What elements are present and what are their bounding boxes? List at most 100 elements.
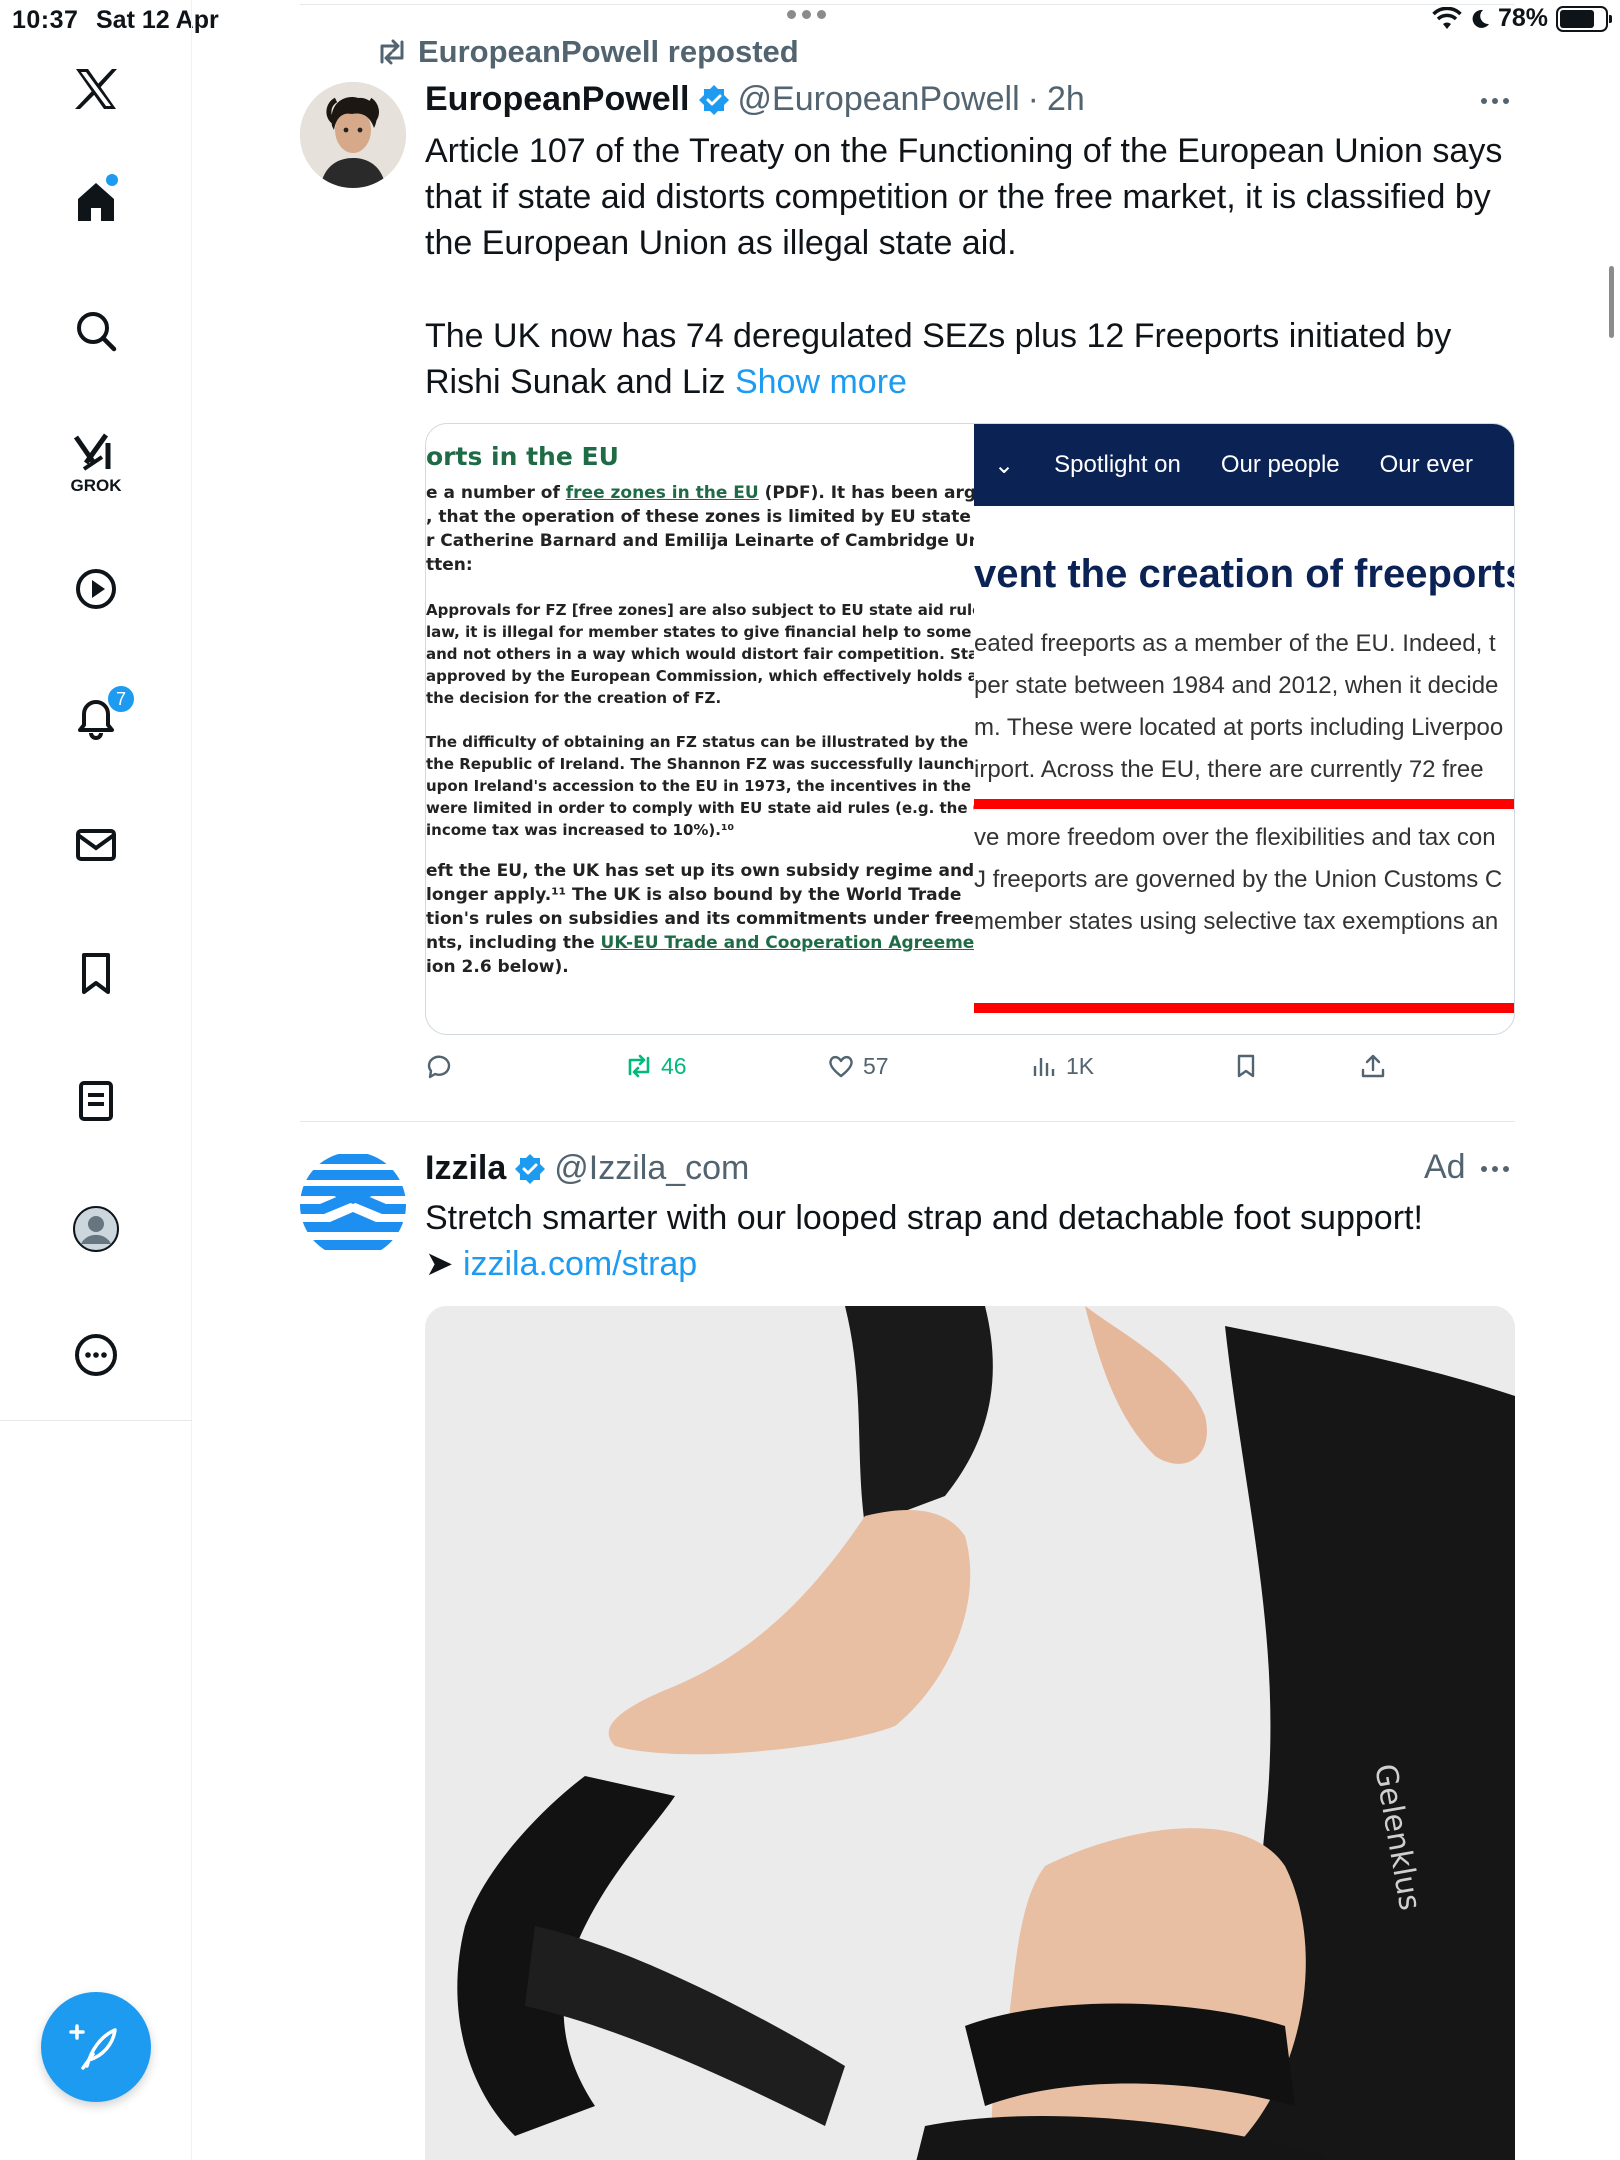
mail-icon — [76, 829, 116, 861]
website-heading: vent the creation of freeports — [974, 552, 1515, 596]
tweet-header: Izzila @Izzila_com — [425, 1149, 749, 1188]
show-more-link[interactable]: Show more — [735, 363, 907, 401]
wifi-icon — [1432, 6, 1462, 29]
panel-line: , that the operation of these zones is l… — [426, 507, 974, 527]
advertiser-avatar[interactable] — [300, 1152, 406, 1258]
verified-badge-icon — [698, 84, 729, 115]
like-count: 57 — [863, 1052, 889, 1079]
website-line: J freeports are governed by the Union Cu… — [974, 866, 1503, 893]
repost-icon — [380, 39, 404, 65]
panel-line: tten: — [426, 555, 473, 575]
compose-icon — [69, 2024, 117, 2070]
website-line: irport. Across the EU, there are current… — [974, 756, 1484, 783]
panel-quote: The difficulty of obtaining an FZ status… — [426, 733, 974, 839]
views-button[interactable]: 1K — [1030, 1052, 1094, 1080]
ad-link-line: ➤ izzila.com/strap — [425, 1241, 1515, 1287]
website-line: per state between 1984 and 2012, when it… — [974, 672, 1499, 699]
website-line: m. These were located at ports including… — [974, 714, 1504, 741]
reply-icon — [427, 1055, 451, 1079]
bookmark-button[interactable] — [1232, 1052, 1260, 1080]
repost-count: 46 — [661, 1052, 687, 1079]
website-line: eated freeports as a member of the EU. I… — [974, 630, 1496, 657]
scrollbar[interactable] — [1609, 266, 1614, 338]
battery-percent: 78% — [1497, 4, 1548, 32]
tweet-separator — [300, 1121, 1515, 1122]
ad-video[interactable]: Gelenklus — [425, 1306, 1515, 2160]
repost-button[interactable]: 46 — [625, 1052, 687, 1080]
share-icon — [1361, 1054, 1385, 1078]
avatar-icon — [73, 1206, 119, 1252]
multitasking-dots-icon[interactable] — [787, 10, 826, 19]
tweet-actions: 46 57 1K — [425, 1052, 1515, 1088]
sidebar-item-videos[interactable] — [63, 556, 129, 622]
x-logo-icon[interactable] — [63, 56, 129, 122]
tweet-text-paragraph-1: Article 107 of the Treaty on the Functio… — [425, 132, 1503, 262]
sidebar-item-more[interactable] — [63, 1322, 129, 1388]
dot-separator: · — [1027, 80, 1039, 118]
website-line: ve more freedom over the flexibilities a… — [974, 824, 1496, 851]
tweet-more-icon[interactable] — [1481, 1166, 1509, 1172]
home-unread-dot — [106, 174, 118, 186]
tweet-header: EuropeanPowell @EuropeanPowell · 2h — [425, 80, 1085, 119]
sidebar-item-messages[interactable] — [63, 812, 129, 878]
tweet-text-paragraph-2: The UK now has 74 deregulated SEZs plus … — [425, 313, 1515, 405]
ad-video-frame: Gelenklus — [425, 1306, 1515, 2160]
ad-text: Stretch smarter with our looped strap an… — [425, 1199, 1423, 1237]
repost-context: EuropeanPowell reposted — [376, 34, 799, 70]
status-indicators: 78% — [1432, 4, 1612, 33]
share-button[interactable] — [1359, 1052, 1387, 1080]
author-avatar[interactable] — [300, 82, 406, 188]
tweet-image[interactable]: orts in the EU e a number of free zones … — [425, 423, 1515, 1035]
status-bar: 10:37 Sat 12 Apr 78% — [0, 0, 1620, 42]
moon-icon — [1472, 9, 1489, 28]
views-count: 1K — [1066, 1052, 1095, 1079]
panel-heading: orts in the EU — [426, 442, 619, 471]
panel-line: r Catherine Barnard and Emilija Leinarte… — [426, 531, 974, 551]
website-line: member states using selective tax exempt… — [974, 908, 1499, 935]
tweet-time[interactable]: 2h — [1047, 80, 1085, 119]
panel-paragraph: eft the EU, the UK has set up its own su… — [426, 861, 974, 977]
advertiser-name[interactable]: Izzila — [425, 1149, 506, 1188]
grok-label: GROK — [70, 476, 122, 495]
author-name[interactable]: EuropeanPowell — [425, 80, 690, 119]
arrow-icon: ➤ — [425, 1245, 463, 1283]
battery-icon — [1556, 5, 1612, 32]
repost-label[interactable]: EuropeanPowell reposted — [418, 34, 799, 70]
compose-button[interactable] — [41, 1992, 151, 2102]
grok-icon — [73, 433, 111, 471]
sidebar: GROK 7 — [0, 0, 192, 2160]
like-button[interactable]: 57 — [827, 1052, 889, 1080]
sidebar-item-lists[interactable] — [63, 1068, 129, 1134]
tweet-text-2: The UK now has 74 deregulated SEZs plus … — [425, 317, 1452, 401]
red-underline — [974, 799, 1514, 809]
notification-badge: 7 — [106, 684, 136, 714]
repost-icon — [628, 1054, 650, 1078]
list-icon — [79, 1081, 113, 1121]
red-underline — [974, 1003, 1514, 1013]
sidebar-item-search[interactable] — [63, 298, 129, 364]
sidebar-item-bookmarks[interactable] — [63, 940, 129, 1006]
ad-link[interactable]: izzila.com/strap — [463, 1245, 697, 1283]
search-icon — [77, 312, 117, 352]
bookmark-icon — [1237, 1054, 1255, 1078]
panel-quote: Approvals for FZ [free zones] are also s… — [426, 601, 974, 707]
feed-top-border — [300, 4, 1515, 5]
advertiser-handle[interactable]: @Izzila_com — [554, 1149, 749, 1188]
more-circle-icon — [75, 1334, 117, 1376]
panel-line: e a number of free zones in the EU (PDF)… — [426, 483, 974, 503]
views-icon — [1033, 1058, 1055, 1076]
play-icon — [76, 569, 116, 609]
sidebar-item-home[interactable] — [63, 168, 129, 234]
verified-badge-icon — [515, 1153, 546, 1184]
battery-fill — [1560, 9, 1595, 28]
reply-button[interactable] — [425, 1052, 453, 1080]
sidebar-item-profile[interactable] — [63, 1196, 129, 1262]
heart-icon — [829, 1055, 853, 1078]
bookmark-icon — [82, 953, 110, 994]
tweet-more-icon[interactable] — [1481, 98, 1509, 104]
website-nav: ⌄ Spotlight on Our people Our ever — [974, 424, 1514, 506]
author-handle[interactable]: @EuropeanPowell — [738, 80, 1020, 119]
screenshot-right-panel: ⌄ Spotlight on Our people Our ever vent … — [974, 424, 1515, 1034]
sidebar-divider — [0, 1420, 192, 1421]
ad-label: Ad — [1424, 1148, 1466, 1186]
